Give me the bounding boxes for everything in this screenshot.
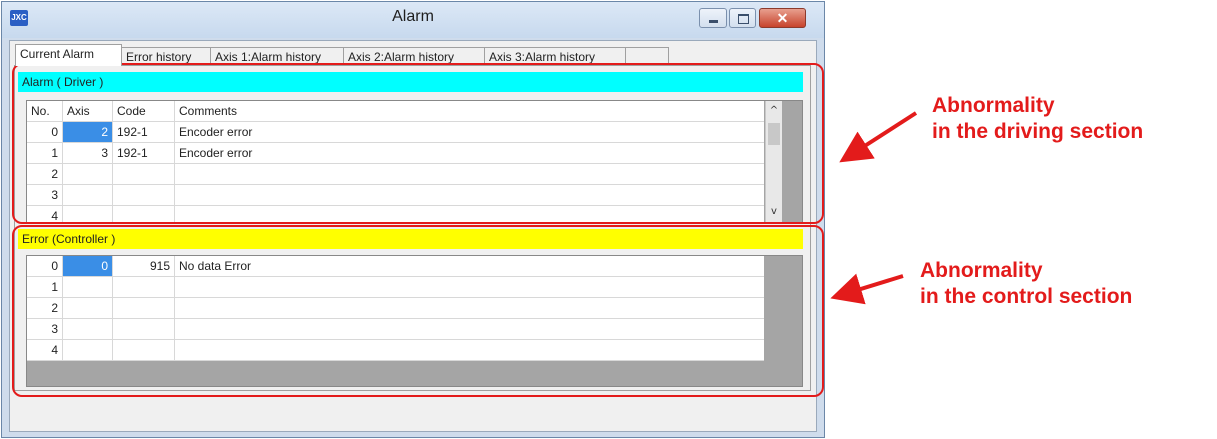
control-annotation-line1: Abnormality [920, 259, 1043, 282]
control-section-annotation: Abnormality in the control section [920, 258, 1132, 310]
driving-arrow-icon [839, 111, 918, 163]
control-arrow-icon [830, 273, 904, 305]
driving-annotation-line1: Abnormality [932, 94, 1055, 117]
tab-current-alarm[interactable]: Current Alarm [15, 44, 122, 66]
annotation-arrows [830, 111, 918, 305]
driving-section-annotation: Abnormality in the driving section [932, 93, 1143, 145]
driving-annotation-line2: in the driving section [932, 120, 1144, 143]
control-annotation-line2: in the control section [920, 285, 1133, 308]
